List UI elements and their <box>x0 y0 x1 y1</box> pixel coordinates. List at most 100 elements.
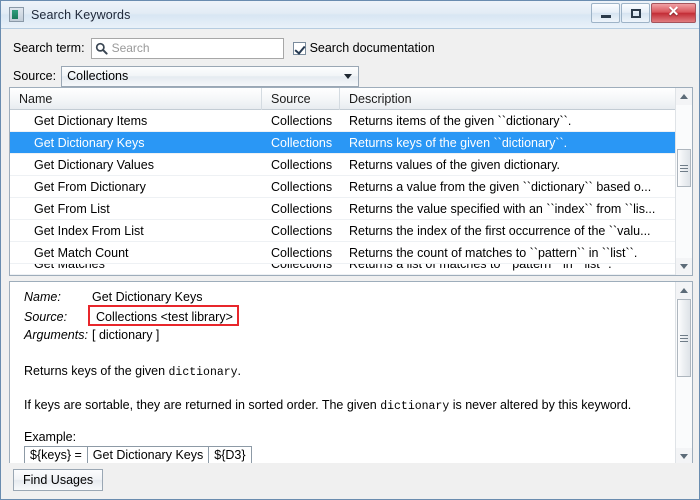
search-icon <box>95 42 108 55</box>
chevron-down-icon <box>344 73 353 79</box>
table-row-selected[interactable]: Get Dictionary Keys Collections Returns … <box>10 132 675 154</box>
source-dropdown[interactable]: Collections <box>61 65 360 87</box>
detail-source-row: Source: Collections <test library> <box>24 305 665 328</box>
keyword-details-content: Name: Get Dictionary Keys Source: Collec… <box>10 282 675 465</box>
scroll-track[interactable] <box>676 105 692 258</box>
table-row[interactable]: Get Match Count Collections Returns the … <box>10 242 675 264</box>
detail-name-label: Name: <box>24 290 61 304</box>
documentation-paragraph-2: If keys are sortable, they are returned … <box>24 397 665 415</box>
detail-source-value-box: Collections <test library> <box>88 305 239 326</box>
cell-name: Get Matches <box>10 264 262 274</box>
example-label: Example: <box>24 430 77 445</box>
minimize-button[interactable] <box>591 3 620 23</box>
minimize-icon <box>600 14 611 18</box>
cell-description: Returns a list of matches to ``pattern``… <box>340 264 675 274</box>
table-rows: Get Dictionary Items Collections Returns… <box>10 110 675 275</box>
table-vertical-scrollbar[interactable] <box>675 88 692 275</box>
cell-name: Get Dictionary Values <box>34 157 154 172</box>
column-header-description[interactable]: Description <box>340 88 675 110</box>
cell-source: Collections <box>271 223 333 238</box>
column-header-source[interactable]: Source <box>262 88 340 110</box>
example-cell: Get Dictionary Keys <box>86 446 210 465</box>
cell-description: Returns the count of matches to ``patter… <box>349 245 638 260</box>
table-row[interactable]: Get Index From List Collections Returns … <box>10 220 675 242</box>
detail-name-row: Name: Get Dictionary Keys <box>24 290 665 309</box>
table-row[interactable]: Get Matches Collections Returns a list o… <box>10 264 675 275</box>
cell-description: Returns the index of the first occurrenc… <box>349 223 651 238</box>
window-controls: ✕ <box>590 3 696 23</box>
cell-name: Get Index From List <box>34 223 144 238</box>
cell-name: Get Dictionary Items <box>34 113 148 128</box>
cell-source: Collections <box>271 113 333 128</box>
cell-source: Collections <box>262 264 340 274</box>
detail-arguments-label: Arguments: <box>24 328 88 342</box>
cell-name: Get From Dictionary <box>34 179 146 194</box>
keyword-table: Name Source Description Get Dictionary I… <box>9 87 693 276</box>
arrow-up-icon <box>680 288 688 293</box>
search-placeholder-text: Search <box>111 41 150 55</box>
example-table: ${keys} = Get Dictionary Keys ${D3} <box>24 446 665 465</box>
details-vertical-scrollbar[interactable] <box>675 282 692 465</box>
scroll-up-button[interactable] <box>676 88 692 105</box>
cell-name: Get Match Count <box>34 245 129 260</box>
keyword-details-pane: Name: Get Dictionary Keys Source: Collec… <box>9 281 693 466</box>
cell-name: Get From List <box>34 201 110 216</box>
detail-arguments-value: [ dictionary ] <box>92 328 160 342</box>
cell-description: Returns the value specified with an ``in… <box>349 201 656 216</box>
search-keywords-window: Search Keywords ✕ Search term: Search Se… <box>0 0 700 500</box>
search-documentation-label: Search documentation <box>309 41 435 55</box>
cell-source: Collections <box>271 201 333 216</box>
keyword-table-body-area: Name Source Description Get Dictionary I… <box>10 88 675 275</box>
table-row[interactable]: Get From Dictionary Collections Returns … <box>10 176 675 198</box>
title-bar: Search Keywords ✕ <box>1 1 699 29</box>
cell-description: Returns keys of the given ``dictionary``… <box>349 135 568 150</box>
scroll-thumb[interactable] <box>677 149 691 187</box>
table-row[interactable]: Get Dictionary Values Collections Return… <box>10 154 675 176</box>
documentation-paragraph-1: Returns keys of the given dictionary. <box>24 363 665 381</box>
arrow-down-icon <box>680 454 688 459</box>
cell-description: Returns values of the given dictionary. <box>349 157 560 172</box>
scroll-thumb[interactable] <box>677 299 691 377</box>
doc-text: If keys are sortable, they are returned … <box>24 397 381 412</box>
cell-source: Collections <box>271 157 333 172</box>
source-label: Source: <box>13 69 57 83</box>
find-usages-button[interactable]: Find Usages <box>13 469 104 491</box>
scroll-track[interactable] <box>676 299 692 448</box>
column-header-name[interactable]: Name <box>10 88 262 110</box>
cell-source: Collections <box>271 179 333 194</box>
example-cell: ${D3} <box>208 446 252 465</box>
footer-bar: Find Usages <box>1 463 699 499</box>
scroll-down-button[interactable] <box>676 258 692 275</box>
search-input[interactable]: Search <box>90 37 284 59</box>
detail-source-label: Source: <box>24 310 68 324</box>
scroll-up-button[interactable] <box>676 282 692 299</box>
grip-icon <box>680 333 688 344</box>
example-cell: ${keys} = <box>24 446 88 465</box>
cell-description: Returns items of the given ``dictionary`… <box>349 113 572 128</box>
cell-name: Get Dictionary Keys <box>34 135 145 150</box>
client-area: Search term: Search Search documentation… <box>1 29 699 499</box>
doc-code: dictionary <box>380 399 450 413</box>
detail-arguments-row: Arguments: [ dictionary ] <box>24 328 665 347</box>
arrow-down-icon <box>680 264 688 269</box>
table-row[interactable]: Get Dictionary Items Collections Returns… <box>10 110 675 132</box>
search-documentation-checkbox[interactable]: Search documentation <box>292 41 435 55</box>
search-term-label: Search term: <box>13 41 85 55</box>
doc-text: Returns keys of the given <box>24 364 169 378</box>
search-term-row: Search term: Search Search documentation <box>1 29 699 59</box>
maximize-icon <box>630 8 641 18</box>
arrow-up-icon <box>680 94 688 99</box>
grip-icon <box>680 163 688 174</box>
source-row: Source: Collections <box>1 59 699 87</box>
detail-name-value: Get Dictionary Keys <box>92 290 203 304</box>
table-header-row: Name Source Description <box>10 88 675 110</box>
app-icon <box>9 7 24 22</box>
close-icon: ✕ <box>667 5 680 20</box>
table-row[interactable]: Get From List Collections Returns the va… <box>10 198 675 220</box>
doc-text: . <box>237 364 242 378</box>
cell-description: Returns a value from the given ``diction… <box>349 179 652 194</box>
maximize-button[interactable] <box>621 3 650 23</box>
doc-text: is never altered by this keyword. <box>449 397 632 412</box>
close-button[interactable]: ✕ <box>651 3 696 23</box>
detail-source-value: Collections <test library> <box>96 310 233 324</box>
